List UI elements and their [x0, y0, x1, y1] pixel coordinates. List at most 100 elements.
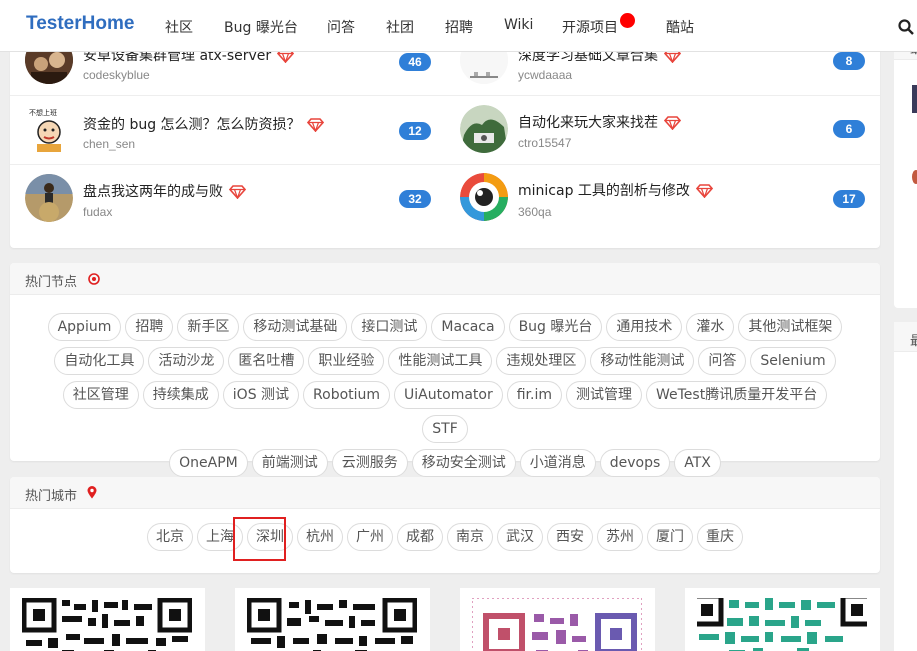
- node-tag[interactable]: 前端测试: [251, 448, 328, 477]
- search-icon[interactable]: [898, 19, 914, 35]
- city-tag[interactable]: 重庆: [697, 523, 743, 551]
- node-tag[interactable]: 社区管理: [62, 380, 139, 409]
- node-tag[interactable]: 移动测试基础: [243, 312, 348, 341]
- brand-logo[interactable]: TesterHome: [26, 13, 134, 35]
- node-tag[interactable]: 接口测试: [351, 312, 428, 341]
- node-tag[interactable]: 活动沙龙: [148, 346, 225, 375]
- node-tag[interactable]: Appium: [47, 312, 122, 341]
- node-tag[interactable]: STF: [422, 414, 468, 443]
- node-tag[interactable]: 测试管理: [566, 380, 642, 409]
- nav-item-bug[interactable]: Bug 曝光台: [224, 17, 298, 37]
- diamond-icon: [306, 118, 324, 132]
- topic-title[interactable]: minicap 工具的剖析与修改: [518, 180, 713, 200]
- node-tag[interactable]: WeTest腾讯质量开发平台: [646, 380, 828, 409]
- side-panel-bottom: 最: [894, 322, 917, 651]
- city-tag[interactable]: 南京: [447, 523, 493, 551]
- nav-item-groups[interactable]: 社团: [386, 17, 414, 37]
- reply-count-badge: 6: [833, 120, 865, 138]
- node-tag[interactable]: OneAPM: [169, 448, 248, 477]
- node-tag[interactable]: Macaca: [431, 312, 505, 341]
- hot-nodes-row: 社区管理 持续集成 iOS 测试 Robotium UiAutomator fir.im 测…: [40, 378, 850, 446]
- diamond-icon: [695, 184, 713, 198]
- node-tag[interactable]: iOS 测试: [222, 380, 300, 409]
- node-tag[interactable]: 通用技术: [606, 312, 683, 341]
- hot-nodes-header: 热门节点: [10, 263, 880, 295]
- topic-item[interactable]: minicap 工具的剖析与修改 360qa: [445, 165, 880, 233]
- node-tag[interactable]: 自动化工具: [54, 346, 145, 375]
- selected-city-highlight: [233, 517, 286, 561]
- node-tag[interactable]: 职业经验: [308, 346, 385, 375]
- node-tag[interactable]: 移动性能测试: [590, 346, 695, 375]
- qr-code-image: [697, 598, 867, 651]
- node-tag[interactable]: 新手区: [177, 312, 240, 341]
- city-tag[interactable]: 成都: [397, 523, 443, 551]
- nav-item-sites[interactable]: 酷站: [666, 17, 694, 37]
- target-icon: [88, 273, 100, 285]
- node-tag[interactable]: Bug 曝光台: [508, 312, 603, 341]
- nav-item-qa[interactable]: 问答: [327, 17, 355, 37]
- reply-count-badge: 8: [833, 52, 865, 70]
- node-tag[interactable]: 云测服务: [331, 448, 408, 477]
- nav-item-community[interactable]: 社区: [165, 17, 193, 37]
- topic-author[interactable]: fudax: [83, 205, 112, 219]
- node-tag[interactable]: devops: [599, 448, 671, 477]
- notification-dot: [620, 13, 635, 28]
- topic-title[interactable]: 盘点我这两年的成与败: [83, 181, 246, 201]
- node-tag[interactable]: 灌水: [686, 312, 735, 341]
- node-tag[interactable]: ATX: [674, 448, 721, 477]
- qr-code-card: [460, 588, 655, 651]
- navbar: TesterHome 社区 Bug 曝光台 问答 社团 招聘 Wiki 开源项目…: [0, 0, 917, 52]
- qr-code-image: [22, 598, 192, 651]
- hot-nodes-row: OneAPM 前端测试 云测服务 移动安全测试 小道消息 devops ATX: [40, 446, 850, 480]
- topic-author[interactable]: chen_sen: [83, 137, 135, 151]
- city-tag[interactable]: 杭州: [297, 523, 343, 551]
- node-tag[interactable]: 匿名吐槽: [228, 346, 305, 375]
- node-tag[interactable]: UiAutomator: [394, 380, 503, 409]
- avatar[interactable]: [25, 174, 73, 222]
- avatar[interactable]: [460, 105, 508, 153]
- city-tag[interactable]: 西安: [547, 523, 593, 551]
- city-tag[interactable]: 北京: [147, 523, 193, 551]
- hot-nodes-row: Appium 招聘 新手区 移动测试基础 接口测试 Macaca Bug 曝光台 通用技术 灌水…: [40, 310, 850, 344]
- avatar[interactable]: [460, 173, 508, 221]
- location-pin-icon: [87, 486, 97, 499]
- node-tag[interactable]: fir.im: [506, 380, 562, 409]
- hot-cities-title: 热门城市: [25, 489, 78, 504]
- topic-item[interactable]: 盘点我这两年的成与败 fudax: [10, 165, 445, 233]
- topic-item[interactable]: 自动化来玩大家来找茬 ctro15547: [445, 96, 880, 164]
- node-tag[interactable]: 移动安全测试: [411, 448, 516, 477]
- topic-author[interactable]: ycwdaaaa: [518, 68, 572, 82]
- side-panel-top: 最: [894, 30, 917, 308]
- city-tag[interactable]: 厦门: [647, 523, 693, 551]
- side-thumbnail[interactable]: [912, 170, 917, 184]
- hot-nodes-row: 自动化工具 活动沙龙 匿名吐槽 职业经验 性能测试工具 违规处理区 移动性能测试 问答 Sele…: [40, 344, 850, 378]
- avatar[interactable]: 不想上班: [25, 106, 73, 154]
- nav-item-opensource[interactable]: 开源项目: [562, 17, 618, 37]
- node-tag[interactable]: 持续集成: [142, 380, 219, 409]
- topic-title[interactable]: 资金的 bug 怎么测？怎么防资损？: [83, 114, 324, 134]
- side-panel-header: 最: [894, 322, 917, 352]
- node-tag[interactable]: 性能测试工具: [388, 346, 493, 375]
- topic-author[interactable]: ctro15547: [518, 136, 571, 150]
- topic-author[interactable]: codeskyblue: [83, 68, 150, 82]
- node-tag[interactable]: Selenium: [750, 346, 836, 375]
- side-thumbnail[interactable]: [912, 85, 917, 113]
- node-tag[interactable]: 招聘: [125, 312, 174, 341]
- topic-title[interactable]: 自动化来玩大家来找茬: [518, 112, 681, 132]
- node-tag[interactable]: 违规处理区: [496, 346, 587, 375]
- nav-item-jobs[interactable]: 招聘: [445, 17, 473, 37]
- reply-count-badge: 46: [399, 53, 431, 71]
- node-tag[interactable]: 其他测试框架: [738, 312, 843, 341]
- nav-item-wiki[interactable]: Wiki: [504, 17, 533, 33]
- hot-cities-list: 北京 上海 深圳 杭州 广州 成都 南京 武汉 西安 苏州 厦门 重庆: [10, 523, 880, 551]
- topic-item[interactable]: 不想上班 资金的 bug 怎么测？怎么防资损？ chen_sen: [10, 96, 445, 164]
- hot-nodes-list: Appium 招聘 新手区 移动测试基础 接口测试 Macaca Bug 曝光台 通用技术 灌水…: [40, 310, 850, 480]
- node-tag[interactable]: Robotium: [303, 380, 391, 409]
- node-tag[interactable]: 问答: [698, 346, 747, 375]
- city-tag[interactable]: 广州: [347, 523, 393, 551]
- qr-code-card: [235, 588, 430, 651]
- topic-author[interactable]: 360qa: [518, 205, 551, 219]
- city-tag[interactable]: 武汉: [497, 523, 543, 551]
- city-tag[interactable]: 苏州: [597, 523, 643, 551]
- node-tag[interactable]: 小道消息: [519, 448, 596, 477]
